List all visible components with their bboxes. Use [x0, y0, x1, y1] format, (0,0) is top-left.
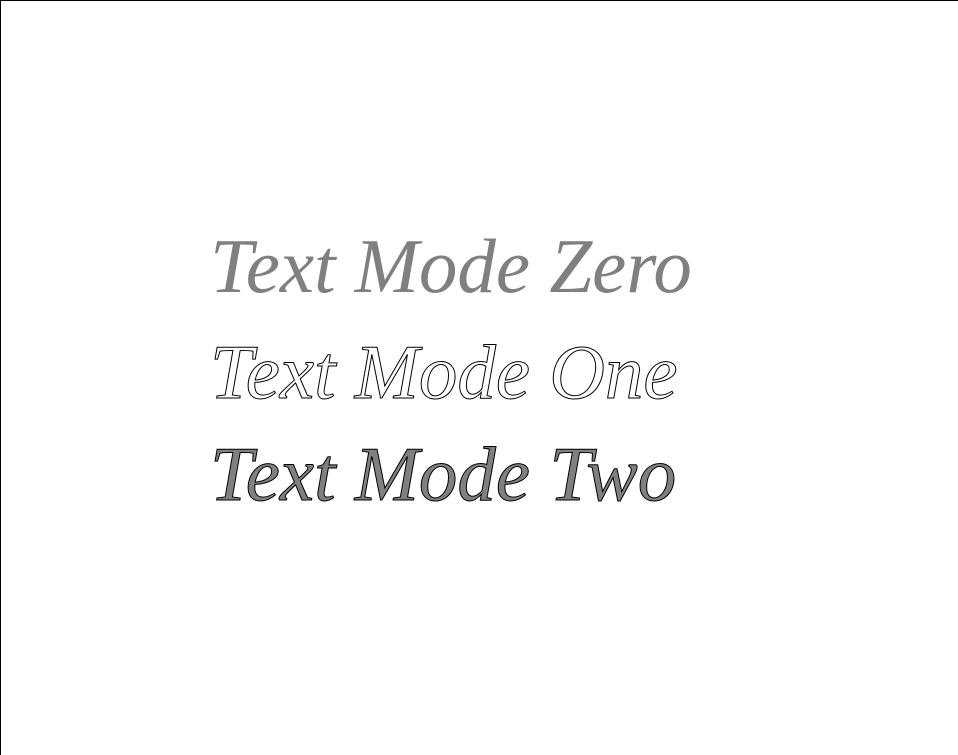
text-render-modes-demo: Text Mode Zero Text Mode One Text Mode T…	[210, 223, 692, 518]
document-page: Text Mode Zero Text Mode One Text Mode T…	[0, 0, 958, 755]
text-mode-zero-line: Text Mode Zero	[210, 223, 692, 309]
text-mode-one-line: Text Mode One	[210, 329, 678, 415]
text-mode-two-line: Text Mode Two	[210, 431, 676, 517]
